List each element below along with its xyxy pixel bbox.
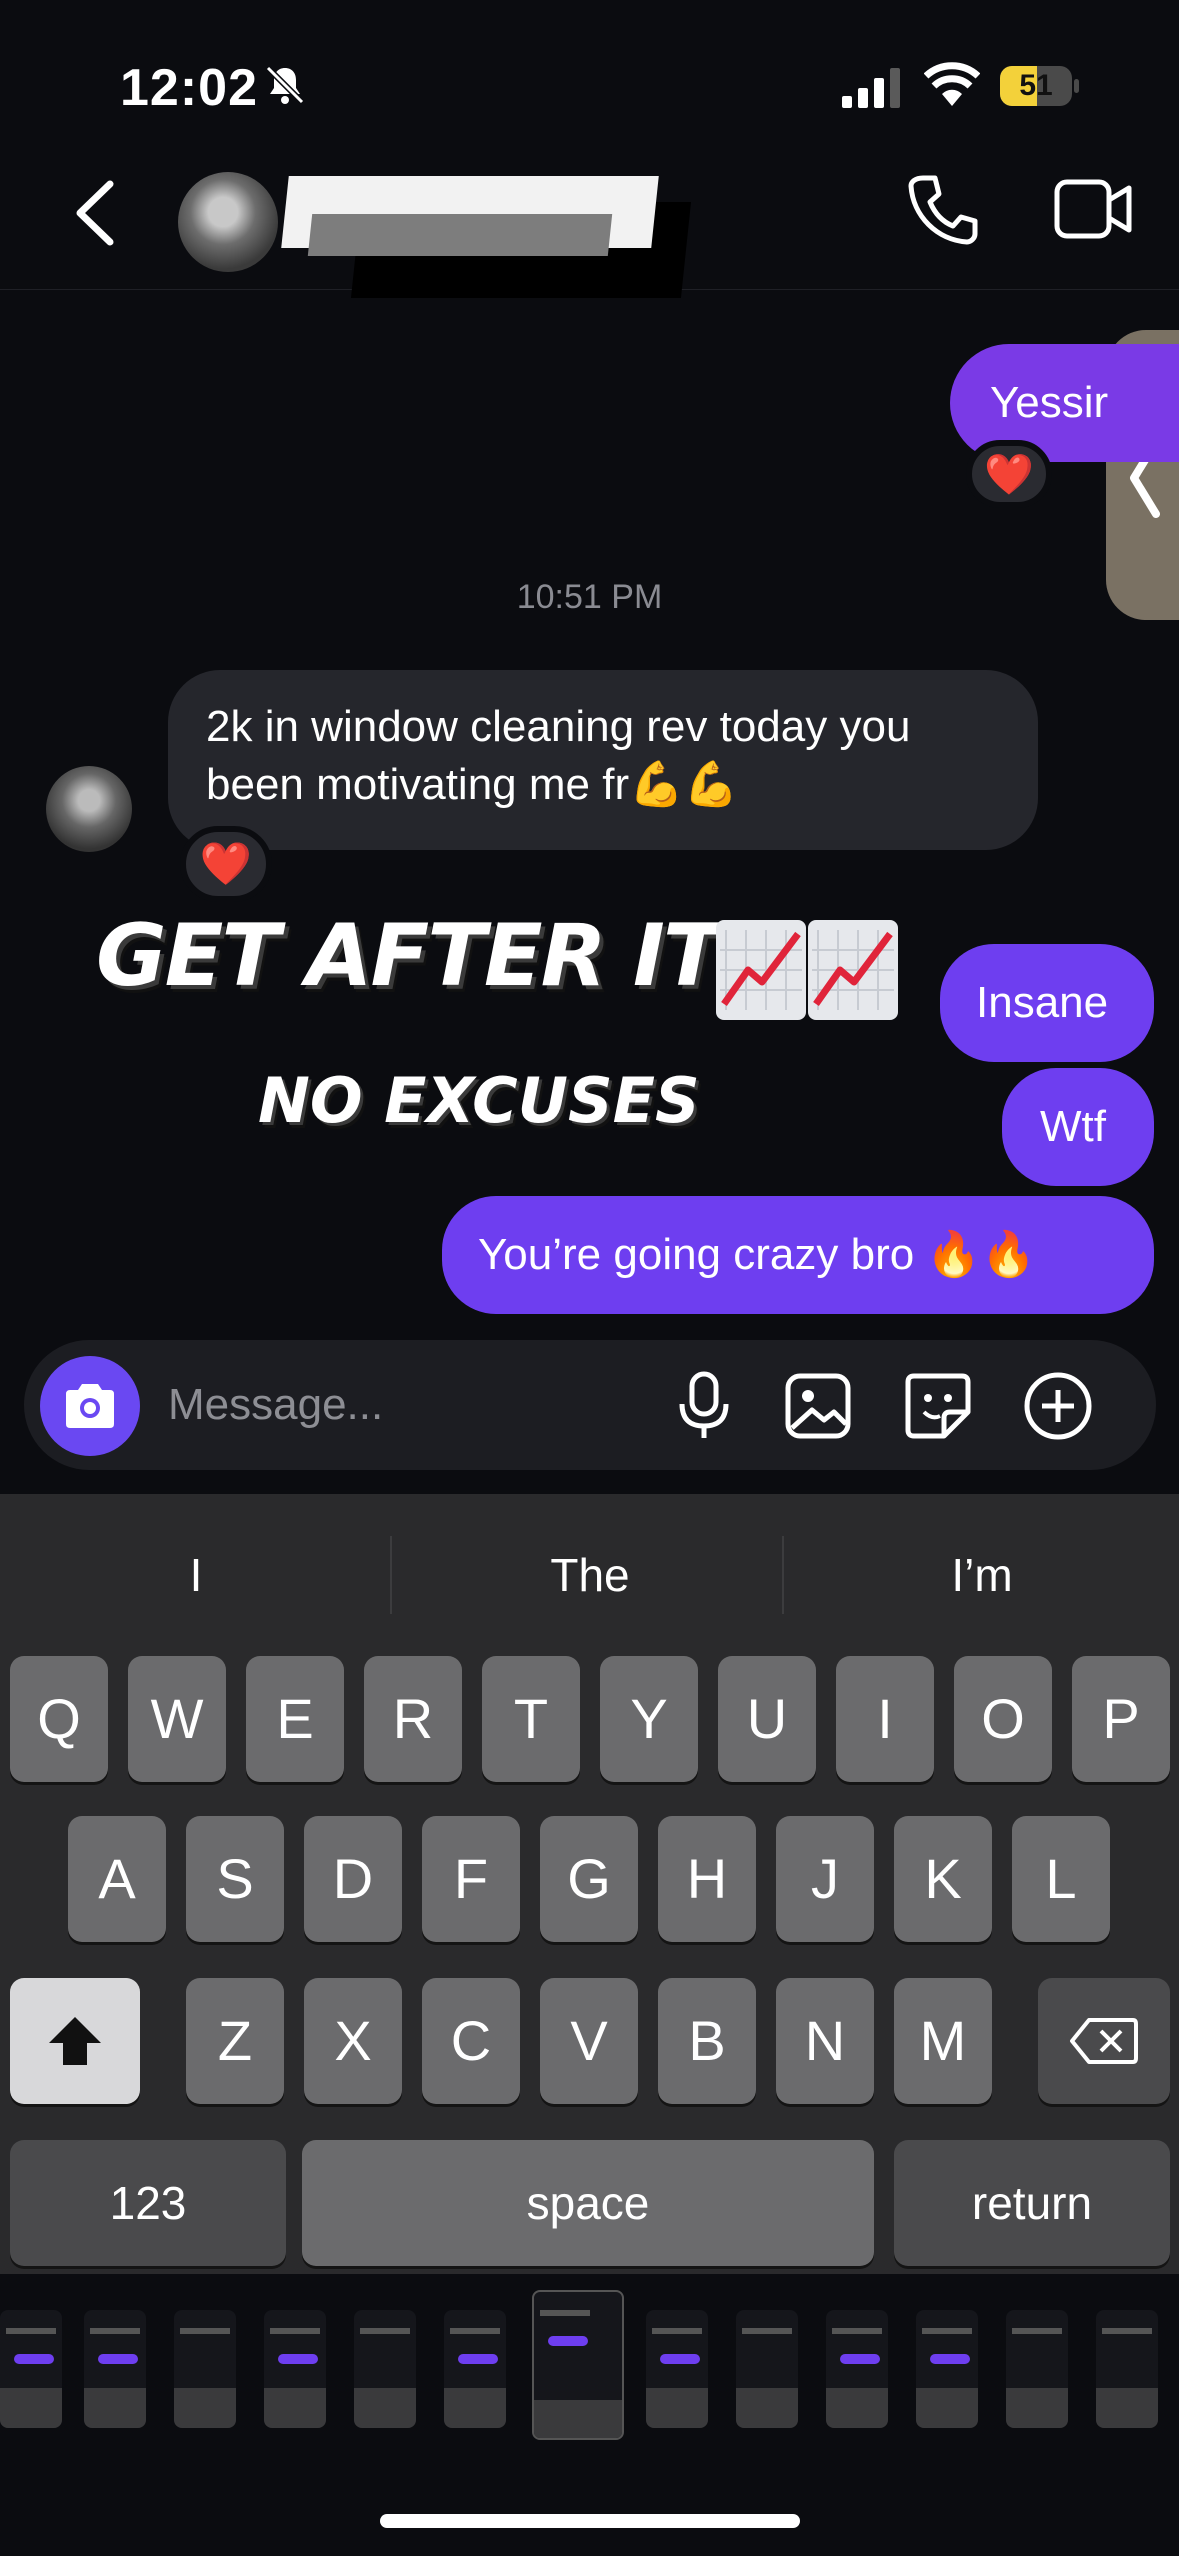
screenshot-thumbnail[interactable] <box>1006 2310 1068 2428</box>
screenshot-thumbnail[interactable] <box>264 2310 326 2428</box>
space-key[interactable]: space <box>302 2140 874 2266</box>
reaction-heart[interactable]: ❤️ <box>966 440 1052 508</box>
battery-level: 51 <box>1019 69 1053 102</box>
key-b[interactable]: B <box>658 1978 756 2104</box>
suggestion-divider <box>782 1536 784 1614</box>
battery-indicator: 51 <box>1000 66 1079 106</box>
screenshot-thumbnail[interactable] <box>84 2310 146 2428</box>
chart-increasing-icon <box>716 920 806 1020</box>
key-s[interactable]: S <box>186 1816 284 1942</box>
video-call-icon[interactable] <box>1054 176 1132 242</box>
delete-key[interactable] <box>1038 1978 1170 2104</box>
status-bar: 12:02 51 <box>0 0 1179 170</box>
add-plus-icon[interactable] <box>1020 1368 1096 1444</box>
shift-key[interactable] <box>10 1978 140 2104</box>
screenshot-thumbnail[interactable] <box>826 2310 888 2428</box>
microphone-icon[interactable] <box>666 1368 742 1444</box>
key-x[interactable]: X <box>304 1978 402 2104</box>
suggestion-word[interactable]: I <box>6 1540 386 1610</box>
screenshot-thumbnail[interactable] <box>174 2310 236 2428</box>
wifi-icon <box>924 62 980 106</box>
key-k[interactable]: K <box>894 1816 992 1942</box>
key-h[interactable]: H <box>658 1816 756 1942</box>
key-n[interactable]: N <box>776 1978 874 2104</box>
message-bubble-incoming[interactable]: 2k in window cleaning rev today you been… <box>168 670 1038 850</box>
redaction-mark <box>307 214 613 256</box>
back-arrow-icon[interactable] <box>70 178 120 248</box>
key-m[interactable]: M <box>894 1978 992 2104</box>
screenshot-thumbnail[interactable] <box>916 2310 978 2428</box>
key-v[interactable]: V <box>540 1978 638 2104</box>
key-f[interactable]: F <box>422 1816 520 1942</box>
message-timestamp: 10:51 PM <box>516 578 663 616</box>
sticker-get-after-it[interactable]: GET AFTER IT <box>96 906 721 1006</box>
contact-avatar[interactable] <box>178 172 278 272</box>
return-key[interactable]: return <box>894 2140 1170 2266</box>
key-i[interactable]: I <box>836 1656 934 1782</box>
message-text-line: 2k in window cleaning rev today you <box>206 702 911 751</box>
screenshot-thumbnail[interactable] <box>444 2310 506 2428</box>
suggestion-word[interactable]: I’m <box>792 1540 1172 1610</box>
camera-icon <box>66 1384 114 1428</box>
key-e[interactable]: E <box>246 1656 344 1782</box>
screenshot-thumbnail[interactable] <box>0 2310 62 2428</box>
screenshot-thumbnail[interactable] <box>646 2310 708 2428</box>
message-input[interactable] <box>168 1370 648 1440</box>
sticker-no-excuses[interactable]: NO EXCUSES <box>258 1064 700 1137</box>
phone-call-icon[interactable] <box>905 172 981 248</box>
key-u[interactable]: U <box>718 1656 816 1782</box>
key-w[interactable]: W <box>128 1656 226 1782</box>
key-r[interactable]: R <box>364 1656 462 1782</box>
key-l[interactable]: L <box>1012 1816 1110 1942</box>
signal-strength-icon <box>842 68 900 108</box>
key-z[interactable]: Z <box>186 1978 284 2104</box>
sender-avatar[interactable] <box>46 766 132 852</box>
suggestion-word[interactable]: The <box>400 1540 780 1610</box>
sticker-icon[interactable] <box>900 1368 976 1444</box>
key-a[interactable]: A <box>68 1816 166 1942</box>
reaction-heart[interactable]: ❤️ <box>180 826 272 902</box>
screenshot-thumbnail[interactable] <box>354 2310 416 2428</box>
suggestion-divider <box>390 1536 392 1614</box>
gallery-image-icon[interactable] <box>780 1368 856 1444</box>
screenshot-thumbnail[interactable] <box>1096 2310 1158 2428</box>
message-bubble-outgoing[interactable]: Insane <box>940 944 1154 1062</box>
chart-increasing-icon <box>808 920 898 1020</box>
screenshot-thumbnail-current[interactable] <box>532 2290 624 2440</box>
key-g[interactable]: G <box>540 1816 638 1942</box>
numbers-key[interactable]: 123 <box>10 2140 286 2266</box>
key-c[interactable]: C <box>422 1978 520 2104</box>
camera-button[interactable] <box>40 1356 140 1456</box>
key-y[interactable]: Y <box>600 1656 698 1782</box>
home-indicator[interactable] <box>380 2514 800 2528</box>
key-q[interactable]: Q <box>10 1656 108 1782</box>
backspace-icon <box>1070 2018 1138 2064</box>
key-j[interactable]: J <box>776 1816 874 1942</box>
key-t[interactable]: T <box>482 1656 580 1782</box>
screenshot-thumbnail[interactable] <box>736 2310 798 2428</box>
key-p[interactable]: P <box>1072 1656 1170 1782</box>
message-bubble-outgoing[interactable]: Wtf <box>1002 1068 1154 1186</box>
shift-arrow-icon <box>49 2017 101 2065</box>
message-bubble-outgoing[interactable]: You’re going crazy bro 🔥🔥 <box>442 1196 1154 1314</box>
status-time: 12:02 <box>120 59 258 117</box>
key-o[interactable]: O <box>954 1656 1052 1782</box>
key-d[interactable]: D <box>304 1816 402 1942</box>
message-text-line: been motivating me fr💪💪 <box>206 760 739 809</box>
bell-slash-icon <box>265 65 305 105</box>
